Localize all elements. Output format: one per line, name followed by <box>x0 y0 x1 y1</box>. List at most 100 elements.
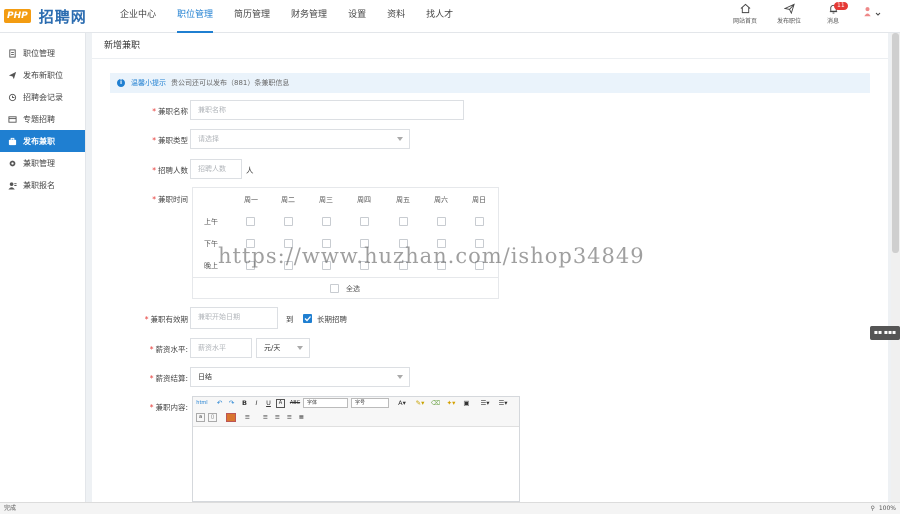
schedule-checkbox[interactable] <box>360 239 369 248</box>
sidebar-item-job-management[interactable]: 职位管理 <box>0 42 85 64</box>
eraser-icon[interactable]: ⌫ <box>431 399 440 408</box>
undo-icon[interactable]: ↶ <box>215 399 224 408</box>
schedule-checkbox[interactable] <box>475 261 484 270</box>
nav-profile[interactable]: 资料 <box>387 0 405 33</box>
long-term-label: 长期招聘 <box>317 315 347 324</box>
top-actions: 网站首页 发布职位 11 消息 <box>730 2 882 25</box>
schedule-checkbox[interactable] <box>284 261 293 270</box>
floating-widget[interactable]: ▪▪ ▪▪▪ <box>870 326 900 340</box>
nav-enterprise-center[interactable]: 企业中心 <box>120 0 156 33</box>
user-menu[interactable] <box>862 3 882 19</box>
logo[interactable]: PHP 招聘网 <box>4 8 87 26</box>
font-color-icon[interactable]: A▾ <box>395 399 409 408</box>
underline-button[interactable]: U <box>264 399 273 408</box>
select-all-label: 全选 <box>346 285 360 293</box>
status-text: 完成 <box>4 505 17 512</box>
tip-banner: i 温馨小提示 贵公司还可以发布（881）条兼职信息 <box>110 73 870 93</box>
long-term-checkbox[interactable] <box>303 314 312 323</box>
valid-to-label: 到 <box>286 315 294 324</box>
border-button[interactable]: A <box>276 399 285 408</box>
count-unit: 人 <box>246 166 254 175</box>
unordered-list-icon[interactable]: ☰▾ <box>496 399 510 408</box>
tip-text: 贵公司还可以发布（881）条兼职信息 <box>171 79 290 87</box>
schedule-checkbox[interactable] <box>284 217 293 226</box>
page-scrollbar[interactable] <box>891 33 900 502</box>
nav-settings[interactable]: 设置 <box>348 0 366 33</box>
format-painter-icon[interactable]: ✦▾ <box>444 399 458 408</box>
valid-start-input[interactable]: 兼职开始日期 <box>190 307 278 329</box>
salary-unit-select[interactable]: 元/天 <box>256 338 310 358</box>
highlight-icon[interactable]: ✎▾ <box>413 399 427 408</box>
schedule-checkbox[interactable] <box>246 217 255 226</box>
rich-text-editor[interactable]: html ↶ ↷ B I U A ABC 字体 字号 A▾ ✎▾ ⌫ ✦▾ ▣ … <box>192 396 520 502</box>
messages-link[interactable]: 11 消息 <box>818 2 848 25</box>
redo-icon[interactable]: ↷ <box>227 399 236 408</box>
schedule-checkbox[interactable] <box>399 217 408 226</box>
sidebar-item-post-part-time[interactable]: 发布兼职 <box>0 130 85 152</box>
nav-find-talent[interactable]: 找人才 <box>426 0 453 33</box>
ordered-list-icon[interactable]: ☰▾ <box>478 399 492 408</box>
period-label: 上午 <box>204 218 218 226</box>
align-right-icon[interactable]: ≡ <box>285 413 294 422</box>
schedule-checkbox[interactable] <box>246 239 255 248</box>
font-family-select[interactable]: 字体 <box>303 398 348 408</box>
schedule-checkbox[interactable] <box>437 217 446 226</box>
align-center-icon[interactable]: ≡ <box>273 413 282 422</box>
sidebar-item-topic[interactable]: 专题招聘 <box>0 108 85 130</box>
salary-input[interactable]: 薪资水平 <box>190 338 252 358</box>
schedule-checkbox[interactable] <box>322 239 331 248</box>
schedule-checkbox[interactable] <box>475 239 484 248</box>
schedule-checkbox[interactable] <box>360 261 369 270</box>
sidebar-item-post-job[interactable]: 发布新职位 <box>0 64 85 86</box>
schedule-checkbox[interactable] <box>360 217 369 226</box>
schedule-checkbox[interactable] <box>399 261 408 270</box>
settle-select[interactable]: 日结 <box>190 367 410 387</box>
align-justify-icon[interactable]: ≣ <box>297 413 306 422</box>
html-source-button[interactable]: html <box>196 399 208 408</box>
schedule-checkbox[interactable] <box>437 261 446 270</box>
sidebar-item-part-time-signup[interactable]: 兼职报名 <box>0 174 85 196</box>
count-input[interactable]: 招聘人数 <box>190 159 242 179</box>
tip-title: 温馨小提示 <box>131 79 166 87</box>
paste-text-icon[interactable]: ▣ <box>462 399 471 408</box>
nav-job-management[interactable]: 职位管理 <box>177 0 214 33</box>
schedule-checkbox[interactable] <box>322 261 331 270</box>
nav-finance[interactable]: 财务管理 <box>291 0 327 33</box>
zoom-level[interactable]: ⚲ 100% <box>870 503 896 514</box>
italic-button[interactable]: I <box>252 399 261 408</box>
schedule-checkbox[interactable] <box>437 239 446 248</box>
sidebar-item-part-time-management[interactable]: 兼职管理 <box>0 152 85 174</box>
content-label: * 兼职内容: <box>149 403 188 412</box>
schedule-checkbox[interactable] <box>284 239 293 248</box>
select-all-row: 全选 <box>192 277 499 299</box>
scroll-thumb[interactable] <box>892 33 899 253</box>
font-size-select[interactable]: 字号 <box>351 398 389 408</box>
select-all-checkbox[interactable] <box>330 284 339 293</box>
strikethrough-button[interactable]: ABC <box>289 399 301 408</box>
schedule-checkbox[interactable] <box>475 217 484 226</box>
nav-resume-management[interactable]: 简历管理 <box>234 0 270 33</box>
schedule-checkbox[interactable] <box>246 261 255 270</box>
align-left-icon[interactable]: ≡ <box>261 413 270 422</box>
bold-button[interactable]: B <box>240 399 249 408</box>
name-input[interactable]: 兼职名称 <box>190 100 464 120</box>
sidebar-item-label: 招聘会记录 <box>23 92 63 102</box>
schedule-checkbox[interactable] <box>399 239 408 248</box>
post-job-link[interactable]: 发布职位 <box>774 3 804 25</box>
home-link[interactable]: 网站首页 <box>730 3 760 25</box>
post-job-label: 发布职位 <box>776 18 801 25</box>
clear-format-icon[interactable]: a <box>196 413 205 422</box>
type-select[interactable]: 请选择 <box>190 129 410 149</box>
avatar <box>864 7 871 17</box>
info-icon: i <box>117 79 125 87</box>
part-time-icon <box>8 137 17 145</box>
sidebar-item-label: 发布兼职 <box>23 136 55 146</box>
day-header: 周六 <box>434 196 448 204</box>
day-header: 周一 <box>244 196 258 204</box>
sidebar-item-job-fair[interactable]: 招聘会记录 <box>0 86 85 108</box>
schedule-checkbox[interactable] <box>322 217 331 226</box>
image-icon[interactable] <box>226 413 236 422</box>
horizontal-rule-icon[interactable]: ≡ <box>243 413 252 422</box>
sidebar-item-label: 职位管理 <box>23 48 55 58</box>
document-icon[interactable]: ▯ <box>208 413 217 422</box>
